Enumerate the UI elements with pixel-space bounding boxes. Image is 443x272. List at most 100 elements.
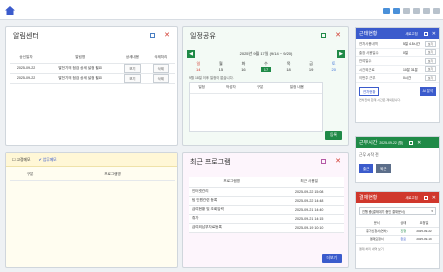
notice-panel: 알림센터 ✕ 송신일자 알림명 상세내용 삭제처리 2025-09-22 발전기… (5, 26, 178, 146)
view-button[interactable]: 보기 (425, 49, 436, 56)
close-icon[interactable]: ✕ (417, 140, 421, 146)
col-header: 송신일자 (10, 53, 43, 64)
last-used: 2025-09-21 14:15 (274, 214, 344, 224)
date-cell[interactable]: 20 (322, 67, 345, 72)
chevron-down-icon: ▾ (431, 209, 433, 213)
approval-footnote[interactable]: 결재 처리 내역 보기 (356, 244, 439, 254)
tab-ai-analysis[interactable]: AI 분석 (419, 86, 436, 96)
fixed-memo-checkbox[interactable]: ☐ 고정메모 (12, 157, 30, 163)
close-icon[interactable]: ✕ (335, 32, 341, 39)
kv-key: 연차사용내역 (359, 42, 378, 47)
prev-week-icon[interactable]: ◀ (187, 49, 195, 58)
delete-button[interactable]: 삭제 (152, 63, 169, 73)
program-name[interactable]: 인터넷관리 (189, 187, 275, 197)
close-icon[interactable]: ✕ (432, 31, 436, 37)
view-button[interactable]: 보기 (124, 73, 141, 83)
view-button[interactable]: 보기 (124, 63, 141, 73)
maximize-icon[interactable] (423, 31, 428, 36)
close-all-icon[interactable] (403, 8, 410, 14)
cell-name: 발전기의 점검 상세 설정 필요 (42, 63, 119, 74)
table-row[interactable]: 2025-09-22 발전기의 점검 상세 설정 필요 보기 삭제 (10, 73, 175, 84)
close-icon[interactable]: ✕ (432, 195, 436, 201)
clock-in-button[interactable]: 출근 (359, 164, 374, 173)
close-icon[interactable]: ✕ (335, 158, 341, 165)
delete-button[interactable]: 삭제 (152, 73, 169, 83)
date-cell[interactable]: 19 (300, 67, 323, 72)
user-icon[interactable] (433, 8, 440, 14)
col-header: 문서 (356, 219, 398, 228)
request-date: 2025-09-19 (409, 235, 439, 244)
program-name[interactable]: 휴가 (189, 214, 275, 224)
table-row[interactable]: 급여현황 및 조회입력 2025-09-21 14:40 (189, 205, 344, 215)
view-button[interactable]: 보기 (425, 66, 436, 73)
home-icon[interactable] (4, 5, 16, 16)
table-row[interactable]: 팀 인원관련 등록 2025-09-22 14:48 (189, 196, 344, 206)
kv-value: 5일 4.5시간 (403, 42, 420, 47)
checkbox-label: 업무메모 (42, 157, 57, 162)
attendance-title: 근태현황 (359, 31, 378, 37)
table-row[interactable]: 휴가신청서(연차) 진행 2025-09-22 (356, 227, 439, 236)
more-button[interactable]: 더보기 (321, 254, 342, 263)
layout-icon[interactable] (423, 8, 430, 14)
memo-panel: ☐ 고정메모 ✔ 업무메모 구분 프로그램명 (5, 152, 178, 268)
cell-date: 2025-09-22 (10, 73, 43, 84)
kv-key: 시간외근로 (359, 67, 375, 72)
date-cell[interactable]: 18 (277, 67, 300, 72)
grid-icon[interactable] (383, 8, 390, 14)
approval-table: 문서 상태 요청일 휴가신청서(연차) 진행 2025-09-22 결재요청서 … (356, 219, 439, 244)
table-row[interactable]: 급여외납부자료등록 2025-09-19 10:10 (189, 223, 344, 233)
refresh-link[interactable]: 새로고침 (405, 195, 417, 200)
refresh-link[interactable]: 새로고침 (405, 31, 417, 36)
calendar-nav: ◀ 2025년 9월 17일 (9/14 ~ 9/20) ▶ (187, 49, 345, 58)
maximize-icon[interactable] (423, 195, 428, 200)
date-cell-today[interactable]: 17 (260, 67, 272, 72)
date-cell[interactable]: 15 (210, 67, 233, 72)
close-icon[interactable]: ✕ (164, 32, 170, 39)
approval-filter-select[interactable]: 진행 중(결재대기 중인 결재문서) ▾ (359, 207, 436, 215)
col-header: 구분 (248, 83, 272, 94)
date-row: 14 15 16 17 18 19 20 (187, 67, 345, 72)
last-used: 2025-09-19 10:10 (274, 223, 344, 233)
program-name[interactable]: 팀 인원관련 등록 (189, 196, 275, 206)
status-badge: 진행 (397, 227, 410, 236)
maximize-icon[interactable] (321, 159, 327, 164)
cell-name: 발전기의 점검 상세 설정 필요 (42, 73, 119, 84)
notice-table: 송신일자 알림명 상세내용 삭제처리 2025-09-22 발전기의 점검 상세… (10, 53, 175, 84)
next-week-icon[interactable]: ▶ (337, 49, 345, 58)
clock-out-button[interactable]: 퇴근 (376, 164, 391, 173)
recent-title: 최근 프로그램 (190, 158, 231, 166)
refresh-icon[interactable] (393, 8, 400, 14)
work-title: 근무시간 (359, 140, 378, 146)
date-cell[interactable]: 16 (232, 67, 255, 72)
view-button[interactable]: 보기 (425, 57, 436, 64)
settings-icon[interactable] (413, 8, 420, 14)
kv-value: 10분 31분 (403, 67, 418, 72)
notice-title: 알림센터 (13, 32, 39, 40)
table-row[interactable]: 결재요청서 완료 2025-09-19 (356, 235, 439, 244)
program-name[interactable]: 급여외납부자료등록 (189, 223, 275, 233)
maximize-icon[interactable] (150, 33, 156, 38)
maximize-icon[interactable] (321, 33, 327, 38)
col-header: 작성자 (213, 83, 249, 94)
date-cell[interactable]: 14 (187, 67, 210, 72)
view-button[interactable]: 보기 (425, 74, 436, 81)
kv-row: 잔여일수 보기 (356, 57, 439, 66)
register-button[interactable]: 등록 (325, 131, 342, 140)
program-name[interactable]: 급여현황 및 조회입력 (189, 205, 275, 215)
col-header: 프로그램명 (50, 170, 175, 181)
col-header: 삭제처리 (146, 53, 175, 64)
view-button[interactable]: 보기 (425, 40, 436, 47)
table-row[interactable]: 2025-09-22 발전기의 점검 상세 설정 필요 보기 삭제 (10, 63, 175, 74)
request-date: 2025-09-22 (409, 227, 439, 236)
tab-leave-status[interactable]: 연차현황 (359, 86, 380, 96)
work-memo-checkbox[interactable]: ✔ 업무메모 (38, 157, 56, 163)
kv-row: 출장 사용일수 0일 보기 (356, 49, 439, 57)
last-used: 2025-09-22 14:48 (274, 196, 344, 206)
recent-panel: 최근 프로그램 ✕ 프로그램명 최근 사용일 인터넷관리 2025-09-22 1… (182, 152, 349, 268)
cell-date: 2025-09-22 (10, 63, 43, 74)
maximize-icon[interactable] (409, 140, 414, 145)
table-row[interactable]: 휴가 2025-09-21 14:15 (189, 214, 344, 224)
approval-panel: 결재현황 새로고침 ✕ 진행 중(결재대기 중인 결재문서) ▾ 문서 상태 요… (355, 191, 440, 269)
table-row[interactable]: 인터넷관리 2025-09-22 15:08 (189, 187, 344, 197)
col-header: 상태 (397, 219, 410, 228)
